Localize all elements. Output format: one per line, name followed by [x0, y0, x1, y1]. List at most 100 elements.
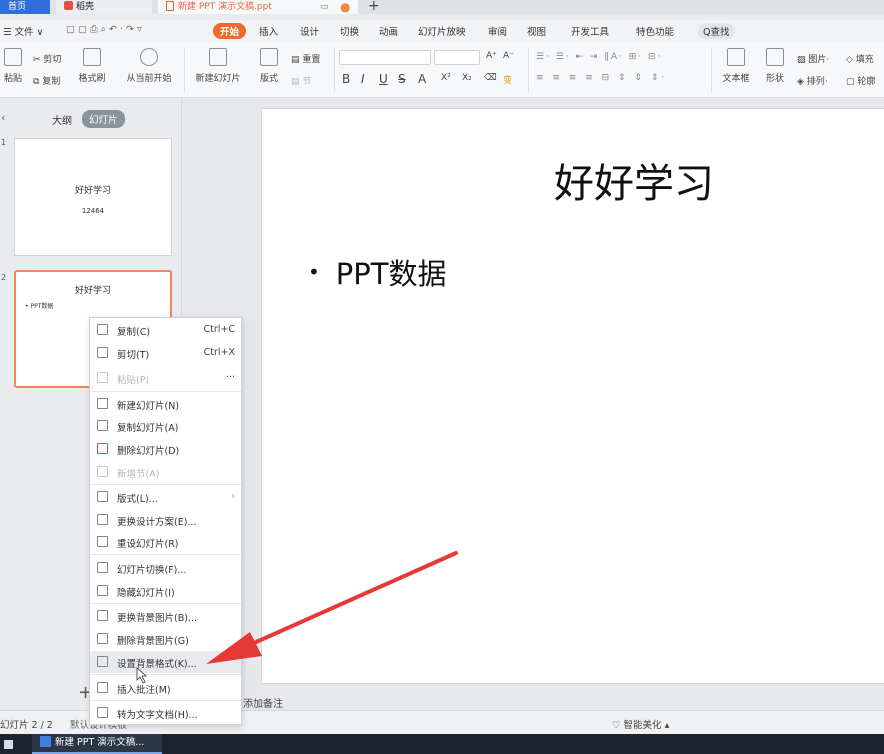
unsaved-dot-icon: ● [340, 0, 351, 14]
tab-daoke[interactable]: 稻壳 [56, 0, 152, 14]
arrange-button[interactable]: ◈ 排列· [797, 74, 828, 87]
italic-button[interactable]: I [361, 72, 365, 86]
beautify-label: 智能美化 ▴ [623, 720, 670, 731]
reset-button[interactable]: ▤ 重置 [291, 52, 320, 65]
copy-button[interactable]: ⧉ 复制 [33, 74, 60, 87]
format-painter-label: 格式刷 [78, 74, 106, 84]
tab-outline[interactable]: 大纲 [52, 112, 72, 127]
design-icon [97, 514, 108, 525]
menu-paste[interactable]: 粘贴(P) ··· [90, 367, 241, 389]
font-name-combo[interactable] [339, 50, 431, 65]
paste-icon [4, 48, 22, 66]
ppt-file-icon [166, 1, 174, 11]
paste-button[interactable]: 粘贴 [0, 48, 26, 84]
ribbon-divider [528, 48, 529, 92]
font-color-button[interactable]: A [418, 72, 426, 86]
reset-label: 重置 [302, 55, 321, 65]
windows-start-icon[interactable] [4, 740, 13, 749]
format-painter-button[interactable]: 格式刷 [76, 48, 108, 84]
tab-special[interactable]: 特色功能 [636, 24, 674, 38]
menu-add-section[interactable]: 新增节(A) [90, 461, 241, 483]
menu-slide-transition[interactable]: 幻灯片切换(F)... [90, 557, 241, 579]
menu-hide-slide[interactable]: 隐藏幻灯片(I) [90, 580, 241, 602]
fill-icon: ◇ [846, 55, 856, 65]
menu-insert-comment[interactable]: 插入批注(M) [90, 677, 241, 699]
highlight-icon[interactable]: 变 [503, 73, 512, 86]
thumbnail-bullet: • PPT数据 [25, 303, 54, 310]
beautify-icon: ♡ [612, 720, 624, 731]
tab-slideshow[interactable]: 幻灯片放映 [418, 24, 466, 38]
taskbar-app-wps[interactable]: 新建 PPT 演示文稿... [32, 734, 162, 754]
bold-button[interactable]: B [342, 72, 350, 86]
new-slide-button[interactable]: 新建幻灯片 [190, 48, 246, 84]
scissors-icon [97, 347, 108, 358]
slide-bullet-text[interactable]: • PPT数据 [308, 251, 447, 293]
slide-title[interactable]: 好好学习 [554, 151, 714, 209]
menu-change-design[interactable]: 更换设计方案(E)... [90, 509, 241, 531]
tab-developer[interactable]: 开发工具 [571, 24, 609, 38]
underline-button[interactable]: U [379, 72, 388, 86]
taskbar: 新建 PPT 演示文稿... [0, 734, 884, 754]
tab-document-label: 新建 PPT 演示文稿.ppt [178, 2, 272, 12]
tab-start[interactable]: 开始 [213, 23, 247, 39]
cut-button[interactable]: ✂ 剪切 [33, 52, 61, 65]
subscript-button[interactable]: X₂ [462, 73, 472, 83]
slide-canvas-area: 好好学习 • PPT数据 [183, 98, 884, 710]
file-menu[interactable]: ☰ 文件 ∨ [3, 24, 44, 38]
play-from-current-button[interactable]: 从当前开始 [118, 48, 180, 84]
menu-cut[interactable]: 剪切(T) Ctrl+X [90, 342, 241, 364]
slide-canvas[interactable]: 好好学习 • PPT数据 [261, 108, 884, 684]
menu-delete-bg-image[interactable]: 删除背景图片(G) [90, 628, 241, 650]
layout-button[interactable]: 版式 [254, 48, 284, 84]
tab-animation[interactable]: 动画 [379, 24, 398, 38]
tab-design[interactable]: 设计 [300, 24, 319, 38]
menu-convert-to-doc[interactable]: 转为文字文档(H)... [90, 702, 241, 724]
layout-icon [260, 48, 278, 66]
new-tab-button[interactable]: + [368, 0, 380, 14]
fill-button[interactable]: ◇ 填充 [846, 52, 874, 65]
section-button[interactable]: ▤ 节 [291, 74, 311, 87]
eraser-icon[interactable]: ⌫ [484, 73, 497, 83]
notes-placeholder[interactable]: 添加备注 [243, 695, 283, 710]
menu-change-bg-image[interactable]: 更换背景图片(B)... [90, 605, 241, 627]
picture-button[interactable]: ▨ 图片· [797, 52, 829, 65]
tab-review[interactable]: 审阅 [488, 24, 507, 38]
fill-label: 填充 [855, 55, 874, 65]
slide-thumbnail-1[interactable]: 好好学习 12464 [14, 138, 172, 256]
submenu-chevron-icon: › [231, 491, 235, 502]
strikethrough-button[interactable]: S [398, 72, 406, 86]
copy-label: 复制 [42, 77, 61, 87]
textbox-button[interactable]: 文本框 [716, 48, 756, 84]
smart-beautify-button[interactable]: ♡ 智能美化 ▴ [612, 717, 669, 731]
monitor-icon[interactable]: ▭ [320, 0, 329, 14]
outline-button[interactable]: ▢ 轮廓 [846, 74, 875, 87]
list-format-icons[interactable]: ☰· ☰· ⇤ ⇥ ‖A· ⊞· ⊟· [536, 52, 662, 62]
tab-transition[interactable]: 切换 [340, 24, 359, 38]
menu-delete-slide[interactable]: 删除幻灯片(D) [90, 438, 241, 460]
textbox-icon [727, 48, 745, 66]
tab-slides[interactable]: 幻灯片 [82, 110, 125, 128]
grow-font-button[interactable]: A⁺ [486, 51, 497, 61]
align-icons[interactable]: ≡ ≡ ≡ ≡ ⊟ ⇕ ⇕ ⇕· [536, 73, 667, 83]
menu-format-background[interactable]: 设置背景格式(K)... [90, 651, 241, 673]
tab-insert[interactable]: 插入 [259, 24, 278, 38]
menu-duplicate-slide[interactable]: 复制幻灯片(A) [90, 415, 241, 437]
reset-slide-icon [97, 536, 108, 547]
search-button[interactable]: Q查找 [697, 23, 736, 39]
tab-view[interactable]: 视图 [527, 24, 546, 38]
collapse-panel-icon[interactable]: ‹ [1, 111, 5, 124]
menu-copy[interactable]: 复制(C) Ctrl+C [90, 319, 241, 341]
convert-doc-icon [97, 707, 108, 718]
shrink-font-button[interactable]: A⁻ [503, 51, 514, 61]
outline-icon: ▢ [846, 77, 858, 87]
font-size-combo[interactable] [434, 50, 480, 65]
tab-document[interactable]: 新建 PPT 演示文稿.ppt ▭ ● [158, 0, 358, 14]
section-icon: ▤ [291, 77, 303, 87]
superscript-button[interactable]: X² [441, 73, 451, 83]
thumbnail-title: 好好学习 [74, 186, 111, 196]
tab-home[interactable]: 首页 [0, 0, 50, 14]
menu-layout[interactable]: 版式(L)... › [90, 486, 241, 508]
menu-new-slide[interactable]: 新建幻灯片(N) [90, 393, 241, 415]
shape-button[interactable]: 形状 [760, 48, 790, 84]
menu-reset-slide[interactable]: 重设幻灯片(R) [90, 531, 241, 553]
